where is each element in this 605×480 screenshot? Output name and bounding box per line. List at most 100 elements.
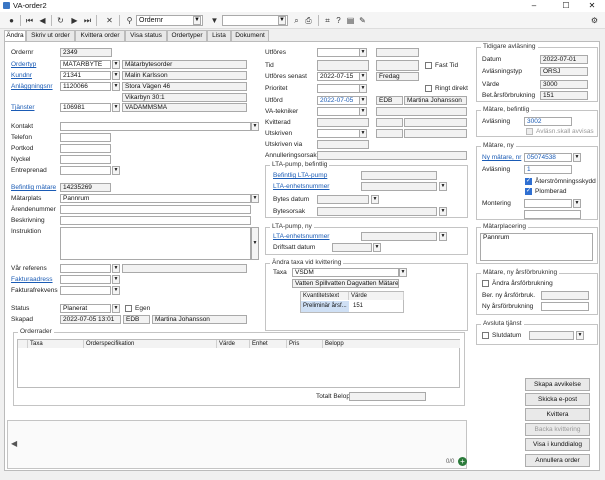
var-referens-field[interactable] bbox=[60, 264, 111, 273]
prioritet-dropdown[interactable]: ▼ bbox=[359, 84, 367, 93]
skapa-avvikelse-button[interactable]: Skapa avvikelse bbox=[525, 378, 590, 391]
col-belopp[interactable]: Belopp bbox=[323, 340, 460, 348]
previous-record-icon[interactable]: ◀ bbox=[37, 15, 48, 26]
taxa-row-value[interactable]: 151 bbox=[351, 301, 401, 312]
annullera-order-button[interactable]: Annullera order bbox=[525, 454, 590, 467]
scroll-left-icon[interactable]: ◀ bbox=[11, 439, 17, 448]
minimize-button[interactable]: – bbox=[524, 0, 544, 12]
instruktion-scroll[interactable]: ▼ bbox=[251, 227, 259, 260]
bef-avlasning-field[interactable]: 3002 bbox=[524, 117, 572, 126]
aterstromningsskydd-checkbox[interactable]: ✓ bbox=[525, 178, 532, 185]
tid-from-field[interactable] bbox=[317, 60, 369, 71]
taxa-field[interactable]: VSDM bbox=[292, 268, 399, 277]
beskrivning-field[interactable] bbox=[60, 216, 251, 225]
help-icon[interactable]: ? bbox=[333, 15, 344, 26]
befintlig-lta-pump-link[interactable]: Befintlig LTA-pump bbox=[273, 172, 327, 179]
montering-field[interactable] bbox=[524, 199, 572, 208]
fakturaadress-link[interactable]: Fakturaadress bbox=[11, 276, 53, 283]
ordertyp-link[interactable]: Ordertyp bbox=[11, 61, 36, 68]
ny-avlasning-field[interactable]: 1 bbox=[524, 165, 572, 174]
tid-to-field[interactable] bbox=[376, 60, 419, 71]
befintlig-matare-link[interactable]: Befintlig mätare bbox=[11, 184, 56, 191]
filter-icon[interactable]: ▼ bbox=[209, 15, 220, 26]
utford-field[interactable]: 2022-07-05 bbox=[317, 96, 360, 105]
avsluta-tjanst-checkbox[interactable] bbox=[482, 332, 489, 339]
paperclip-icon[interactable]: ⌗ bbox=[322, 15, 333, 26]
signature-icon[interactable]: ✎ bbox=[357, 15, 368, 26]
print-icon[interactable]: ⎙ bbox=[303, 15, 314, 26]
driftsatt-datum-dropdown[interactable]: ▼ bbox=[373, 243, 381, 252]
va-tekniker-field[interactable] bbox=[317, 107, 360, 116]
tab-visa-status[interactable]: Visa status bbox=[125, 30, 167, 41]
search-field-select[interactable]: Ordernr ▼ bbox=[136, 15, 203, 26]
ny-matare-link[interactable]: Ny mätare, nr bbox=[482, 154, 521, 161]
backa-kvittering-button[interactable]: Backa kvittering bbox=[525, 423, 590, 436]
bytes-datum-dropdown[interactable]: ▼ bbox=[371, 195, 379, 204]
ny-matare-field[interactable]: 05074538 bbox=[524, 153, 572, 162]
ordertyp-dropdown[interactable]: ▼ bbox=[112, 60, 120, 69]
va-tekniker-dropdown[interactable]: ▼ bbox=[359, 107, 367, 116]
lta-ny-enhetsnummer-link[interactable]: LTA-enhetsnummer bbox=[273, 233, 329, 240]
matarplats-dropdown[interactable]: ▼ bbox=[251, 194, 259, 203]
utfores-senast-dropdown[interactable]: ▼ bbox=[359, 72, 367, 81]
kvittera-button[interactable]: Kvittera bbox=[525, 408, 590, 421]
instruktion-textarea[interactable] bbox=[60, 227, 251, 260]
search-doc-icon[interactable]: ⌕ bbox=[291, 15, 302, 26]
tjanster-link[interactable]: Tjänster bbox=[11, 104, 34, 111]
col-pris[interactable]: Pris bbox=[287, 340, 323, 348]
delete-icon[interactable]: ✕ bbox=[104, 15, 115, 26]
tab-kvittera-order[interactable]: Kvittera order bbox=[75, 30, 125, 41]
print-preview-icon[interactable]: ▤ bbox=[345, 15, 356, 26]
slutdatum-dropdown[interactable]: ▼ bbox=[576, 331, 584, 340]
col-orderspecifikation[interactable]: Orderspecifikation bbox=[84, 340, 217, 348]
filter-select[interactable]: ▼ bbox=[222, 15, 288, 26]
bytesorsak-dropdown[interactable]: ▼ bbox=[439, 207, 447, 216]
tab-dokument[interactable]: Dokument bbox=[231, 30, 269, 41]
ny-matare-dropdown[interactable]: ▼ bbox=[573, 153, 581, 162]
kontakt-field[interactable] bbox=[60, 122, 251, 131]
anlaggningsnr-field[interactable]: 1120066 bbox=[60, 82, 111, 91]
anlaggningsnr-link[interactable]: Anläggningsnr bbox=[11, 83, 53, 90]
entreprenad-field[interactable] bbox=[60, 166, 111, 175]
egen-checkbox[interactable] bbox=[125, 305, 132, 312]
utskriven-dropdown[interactable]: ▼ bbox=[359, 129, 367, 138]
entreprenad-dropdown[interactable]: ▼ bbox=[112, 166, 120, 175]
visa-i-kunddialog-button[interactable]: Visa i kunddialog bbox=[525, 438, 590, 451]
tab-ordertyper[interactable]: Ordertyper bbox=[167, 30, 207, 41]
avlasn-avvisas-checkbox[interactable] bbox=[526, 128, 533, 135]
montering-extra-field[interactable] bbox=[524, 210, 581, 219]
status-dropdown[interactable]: ▼ bbox=[112, 304, 120, 313]
taxa-row-text[interactable]: Preliminär årsf... bbox=[301, 301, 349, 312]
anlaggningsnr-dropdown[interactable]: ▼ bbox=[112, 82, 120, 91]
taxa-dropdown[interactable]: ▼ bbox=[399, 268, 407, 277]
matarplats-field[interactable]: Pannrum bbox=[60, 194, 251, 203]
andra-arsforbrukning-checkbox[interactable] bbox=[482, 280, 489, 287]
utfores-senast-field[interactable]: 2022-07-15 bbox=[317, 72, 360, 81]
last-record-icon[interactable]: ⏭ bbox=[82, 15, 93, 26]
skicka-epost-button[interactable]: Skicka e-post bbox=[525, 393, 590, 406]
refresh-icon[interactable]: ↻ bbox=[55, 15, 66, 26]
tab-skriv-ut-order[interactable]: Skriv ut order bbox=[26, 30, 75, 41]
fakturafrekvens-dropdown[interactable]: ▼ bbox=[112, 286, 120, 295]
search-icon[interactable]: ⚲ bbox=[124, 15, 135, 26]
fast-tid-checkbox[interactable] bbox=[425, 62, 432, 69]
utfores-field[interactable] bbox=[317, 48, 360, 57]
telefon-field[interactable] bbox=[60, 133, 111, 142]
settings-icon[interactable]: ⚙ bbox=[589, 15, 600, 26]
add-attachment-icon[interactable]: + bbox=[458, 457, 467, 466]
tab-lista[interactable]: Lista bbox=[207, 30, 231, 41]
maximize-button[interactable]: ☐ bbox=[556, 0, 576, 12]
first-record-icon[interactable]: ⏮ bbox=[24, 15, 35, 26]
ny-arsforbrukning-field[interactable] bbox=[541, 302, 589, 311]
tjanster-dropdown[interactable]: ▼ bbox=[112, 103, 120, 112]
matarplacering-field[interactable]: Pannrum bbox=[480, 233, 593, 261]
var-referens-dropdown[interactable]: ▼ bbox=[112, 264, 120, 273]
utfores-dropdown[interactable]: ▼ bbox=[359, 48, 367, 57]
utskriven-field[interactable] bbox=[317, 129, 360, 138]
arendenummer-field[interactable] bbox=[60, 205, 251, 214]
montering-dropdown[interactable]: ▼ bbox=[573, 199, 581, 208]
ordertyp-field[interactable]: MÄTARBYTE bbox=[60, 60, 111, 69]
utford-dropdown[interactable]: ▼ bbox=[359, 96, 367, 105]
prioritet-field[interactable] bbox=[317, 84, 360, 93]
lta-enhetsnummer-link[interactable]: LTA-enhetsnummer bbox=[273, 183, 329, 190]
